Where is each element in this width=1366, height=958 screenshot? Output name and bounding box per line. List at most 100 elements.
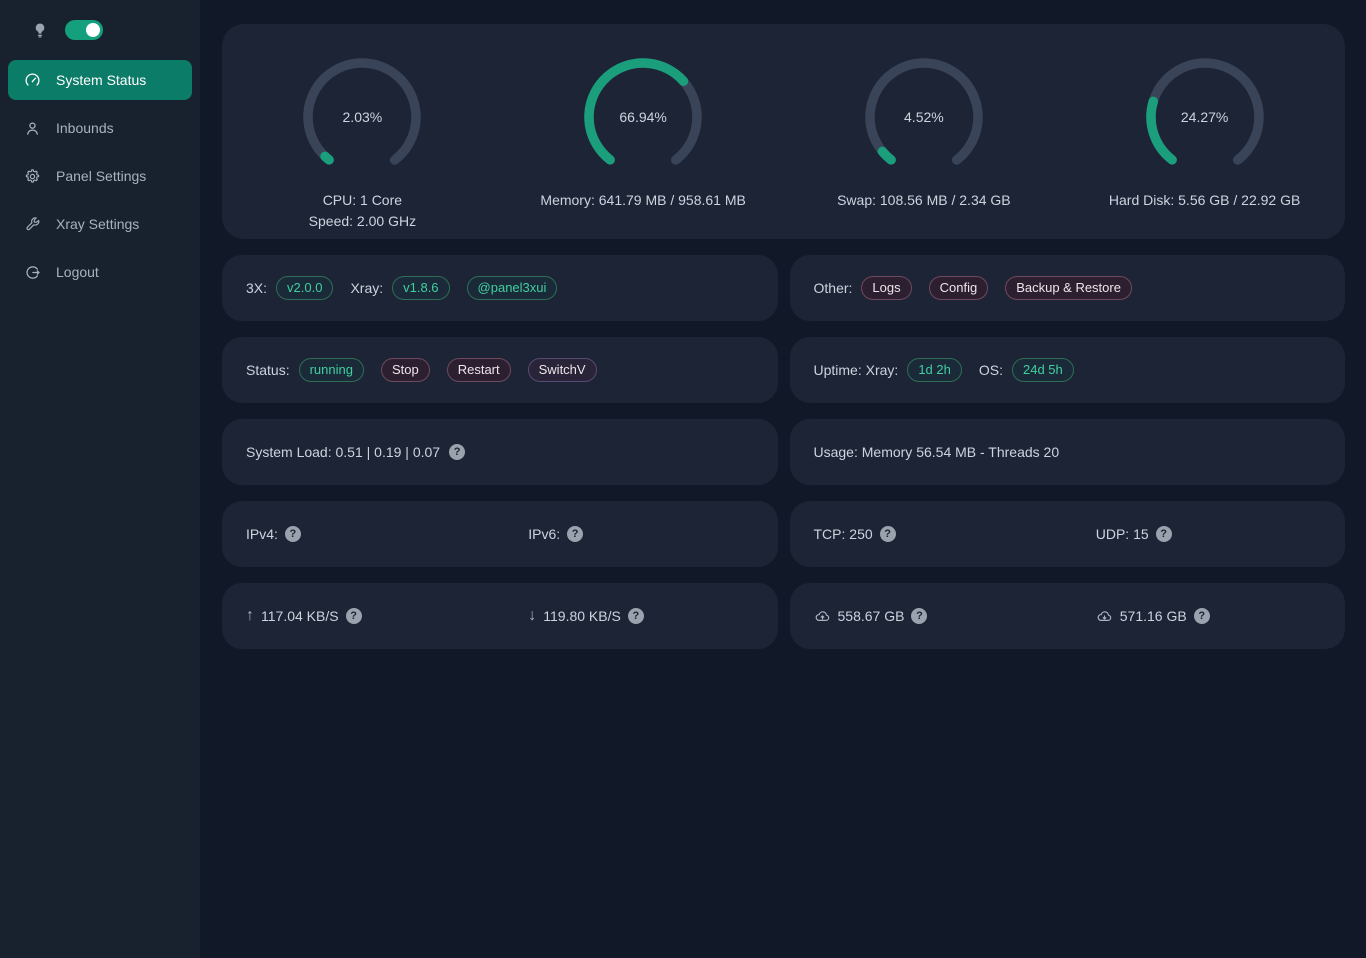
other-card: Other: Logs Config Backup & Restore (790, 255, 1346, 321)
wrench-icon (24, 216, 41, 233)
info-cards-grid: 3X: v2.0.0 Xray: v1.8.6 @panel3xui Other… (222, 255, 1345, 649)
cloud-upload-icon (814, 608, 831, 625)
telegram-badge[interactable]: @panel3xui (467, 276, 558, 300)
sidebar-item-label: Inbounds (56, 120, 114, 136)
download-speed-half: ↓ 119.80 KB/S ? (504, 607, 777, 625)
ip-card: IPv4: ? IPv6: ? (222, 501, 778, 567)
question-circle-icon[interactable]: ? (628, 608, 644, 624)
os-uptime-badge: 24d 5h (1012, 358, 1074, 382)
toggle-knob (86, 23, 100, 37)
cpu-gauge-dial: 2.03% (302, 57, 422, 177)
disk-percent: 24.27% (1145, 57, 1265, 177)
question-circle-icon[interactable]: ? (449, 444, 465, 460)
sidebar-item-label: Panel Settings (56, 168, 146, 184)
system-load-card: System Load: 0.51 | 0.19 | 0.07 ? (222, 419, 778, 485)
xray-uptime-badge: 1d 2h (907, 358, 962, 382)
os-label: OS: (979, 362, 1003, 378)
logout-icon (24, 264, 41, 281)
ipv4-half: IPv4: ? (222, 526, 495, 542)
gear-icon (24, 168, 41, 185)
theme-toggle-row (0, 14, 200, 46)
ipv6-half: IPv6: ? (504, 526, 777, 542)
disk-label: Hard Disk: 5.56 GB / 22.92 GB (1109, 190, 1300, 211)
main-content: 2.03% CPU: 1 Core Speed: 2.00 GHz 66.94%… (200, 0, 1366, 958)
uptime-card: Uptime: Xray: 1d 2h OS: 24d 5h (790, 337, 1346, 403)
disk-gauge-dial: 24.27% (1145, 57, 1265, 177)
tcp-half: TCP: 250 ? (790, 526, 1063, 542)
sent-traffic-half: 558.67 GB ? (790, 608, 1063, 625)
sidebar-item-label: Xray Settings (56, 216, 139, 232)
xray-version-badge[interactable]: v1.8.6 (392, 276, 449, 300)
other-label: Other: (814, 280, 853, 296)
received-traffic-text: 571.16 GB (1120, 608, 1187, 624)
memory-percent: 66.94% (583, 57, 703, 177)
sidebar-item-panel-settings[interactable]: Panel Settings (8, 156, 192, 196)
total-traffic-card: 558.67 GB ? 571.16 GB ? (790, 583, 1346, 649)
disk-gauge: 24.27% Hard Disk: 5.56 GB / 22.92 GB (1064, 24, 1345, 239)
sidebar-item-logout[interactable]: Logout (8, 252, 192, 292)
sidebar-menu: System Status Inbounds Panel Settings (0, 60, 200, 292)
system-load-text: System Load: 0.51 | 0.19 | 0.07 (246, 444, 440, 460)
restart-button[interactable]: Restart (447, 358, 511, 382)
udp-count-text: UDP: 15 (1096, 526, 1149, 542)
memory-gauge: 66.94% Memory: 641.79 MB / 958.61 MB (503, 24, 784, 239)
network-speed-card: ↑ 117.04 KB/S ? ↓ 119.80 KB/S ? (222, 583, 778, 649)
cloud-download-icon (1096, 608, 1113, 625)
sidebar: System Status Inbounds Panel Settings (0, 0, 200, 958)
logs-button[interactable]: Logs (861, 276, 911, 300)
backup-restore-button[interactable]: Backup & Restore (1005, 276, 1132, 300)
upload-speed-text: 117.04 KB/S (261, 608, 339, 624)
stop-button[interactable]: Stop (381, 358, 430, 382)
connections-card: TCP: 250 ? UDP: 15 ? (790, 501, 1346, 567)
swap-gauge-dial: 4.52% (864, 57, 984, 177)
status-card: Status: running Stop Restart SwitchV (222, 337, 778, 403)
user-icon (24, 120, 41, 137)
dark-mode-toggle[interactable] (65, 20, 103, 40)
udp-half: UDP: 15 ? (1072, 526, 1345, 542)
config-button[interactable]: Config (929, 276, 989, 300)
swap-gauge: 4.52% Swap: 108.56 MB / 2.34 GB (784, 24, 1065, 239)
sidebar-item-label: Logout (56, 264, 99, 280)
cpu-gauge: 2.03% CPU: 1 Core Speed: 2.00 GHz (222, 24, 503, 239)
usage-text: Usage: Memory 56.54 MB - Threads 20 (814, 444, 1060, 460)
sidebar-item-xray-settings[interactable]: Xray Settings (8, 204, 192, 244)
3x-version-badge[interactable]: v2.0.0 (276, 276, 333, 300)
tcp-count-text: TCP: 250 (814, 526, 873, 542)
3x-label: 3X: (246, 280, 267, 296)
download-speed-text: 119.80 KB/S (543, 608, 621, 624)
version-card: 3X: v2.0.0 Xray: v1.8.6 @panel3xui (222, 255, 778, 321)
question-circle-icon[interactable]: ? (346, 608, 362, 624)
ipv6-label: IPv6: (528, 526, 560, 542)
lightbulb-icon (31, 21, 49, 39)
switch-version-button[interactable]: SwitchV (528, 358, 597, 382)
xray-label: Xray: (350, 280, 383, 296)
cpu-percent: 2.03% (302, 57, 422, 177)
question-circle-icon[interactable]: ? (1156, 526, 1172, 542)
status-label: Status: (246, 362, 290, 378)
question-circle-icon[interactable]: ? (567, 526, 583, 542)
question-circle-icon[interactable]: ? (285, 526, 301, 542)
question-circle-icon[interactable]: ? (1194, 608, 1210, 624)
memory-gauge-dial: 66.94% (583, 57, 703, 177)
system-gauges-card: 2.03% CPU: 1 Core Speed: 2.00 GHz 66.94%… (222, 24, 1345, 239)
sidebar-item-label: System Status (56, 72, 146, 88)
sidebar-item-inbounds[interactable]: Inbounds (8, 108, 192, 148)
question-circle-icon[interactable]: ? (911, 608, 927, 624)
sent-traffic-text: 558.67 GB (838, 608, 905, 624)
usage-card: Usage: Memory 56.54 MB - Threads 20 (790, 419, 1346, 485)
arrow-down-icon: ↓ (528, 607, 536, 625)
uptime-xray-label: Uptime: Xray: (814, 362, 899, 378)
cpu-label-line1: CPU: 1 Core (323, 190, 402, 211)
ipv4-label: IPv4: (246, 526, 278, 542)
swap-percent: 4.52% (864, 57, 984, 177)
received-traffic-half: 571.16 GB ? (1072, 608, 1345, 625)
dashboard-icon (24, 72, 41, 89)
sidebar-item-system-status[interactable]: System Status (8, 60, 192, 100)
cpu-label-line2: Speed: 2.00 GHz (309, 211, 416, 232)
memory-label: Memory: 641.79 MB / 958.61 MB (540, 190, 745, 211)
upload-speed-half: ↑ 117.04 KB/S ? (222, 607, 495, 625)
arrow-up-icon: ↑ (246, 607, 254, 625)
status-running-badge: running (299, 358, 364, 382)
question-circle-icon[interactable]: ? (880, 526, 896, 542)
swap-label: Swap: 108.56 MB / 2.34 GB (837, 190, 1011, 211)
